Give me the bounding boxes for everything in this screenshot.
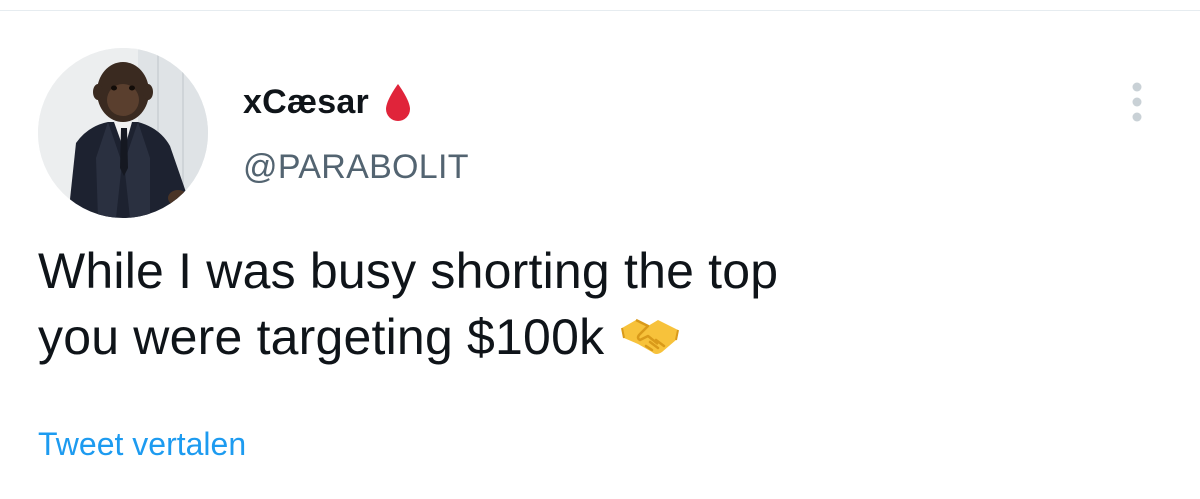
more-vertical-icon[interactable] bbox=[1120, 74, 1154, 130]
tweet-text-line-1: While I was busy shorting the top bbox=[38, 243, 779, 299]
translate-tweet-link[interactable]: Tweet vertalen bbox=[38, 426, 246, 463]
avatar[interactable] bbox=[38, 48, 208, 218]
blood-drop-icon bbox=[383, 82, 413, 122]
handshake-icon bbox=[618, 310, 682, 356]
top-divider bbox=[0, 10, 1200, 11]
author-handle[interactable]: @PARABOLIT bbox=[243, 148, 469, 187]
tweet-text-line-2-text: you were targeting $100k bbox=[38, 309, 605, 365]
tweet-text-line-2: you were targeting $100k bbox=[38, 304, 1158, 370]
author-name-row[interactable]: xCæsar bbox=[243, 80, 413, 124]
avatar-image bbox=[38, 48, 208, 218]
display-name[interactable]: xCæsar bbox=[243, 83, 369, 122]
tweet-text: While I was busy shorting the top you we… bbox=[38, 238, 1158, 370]
